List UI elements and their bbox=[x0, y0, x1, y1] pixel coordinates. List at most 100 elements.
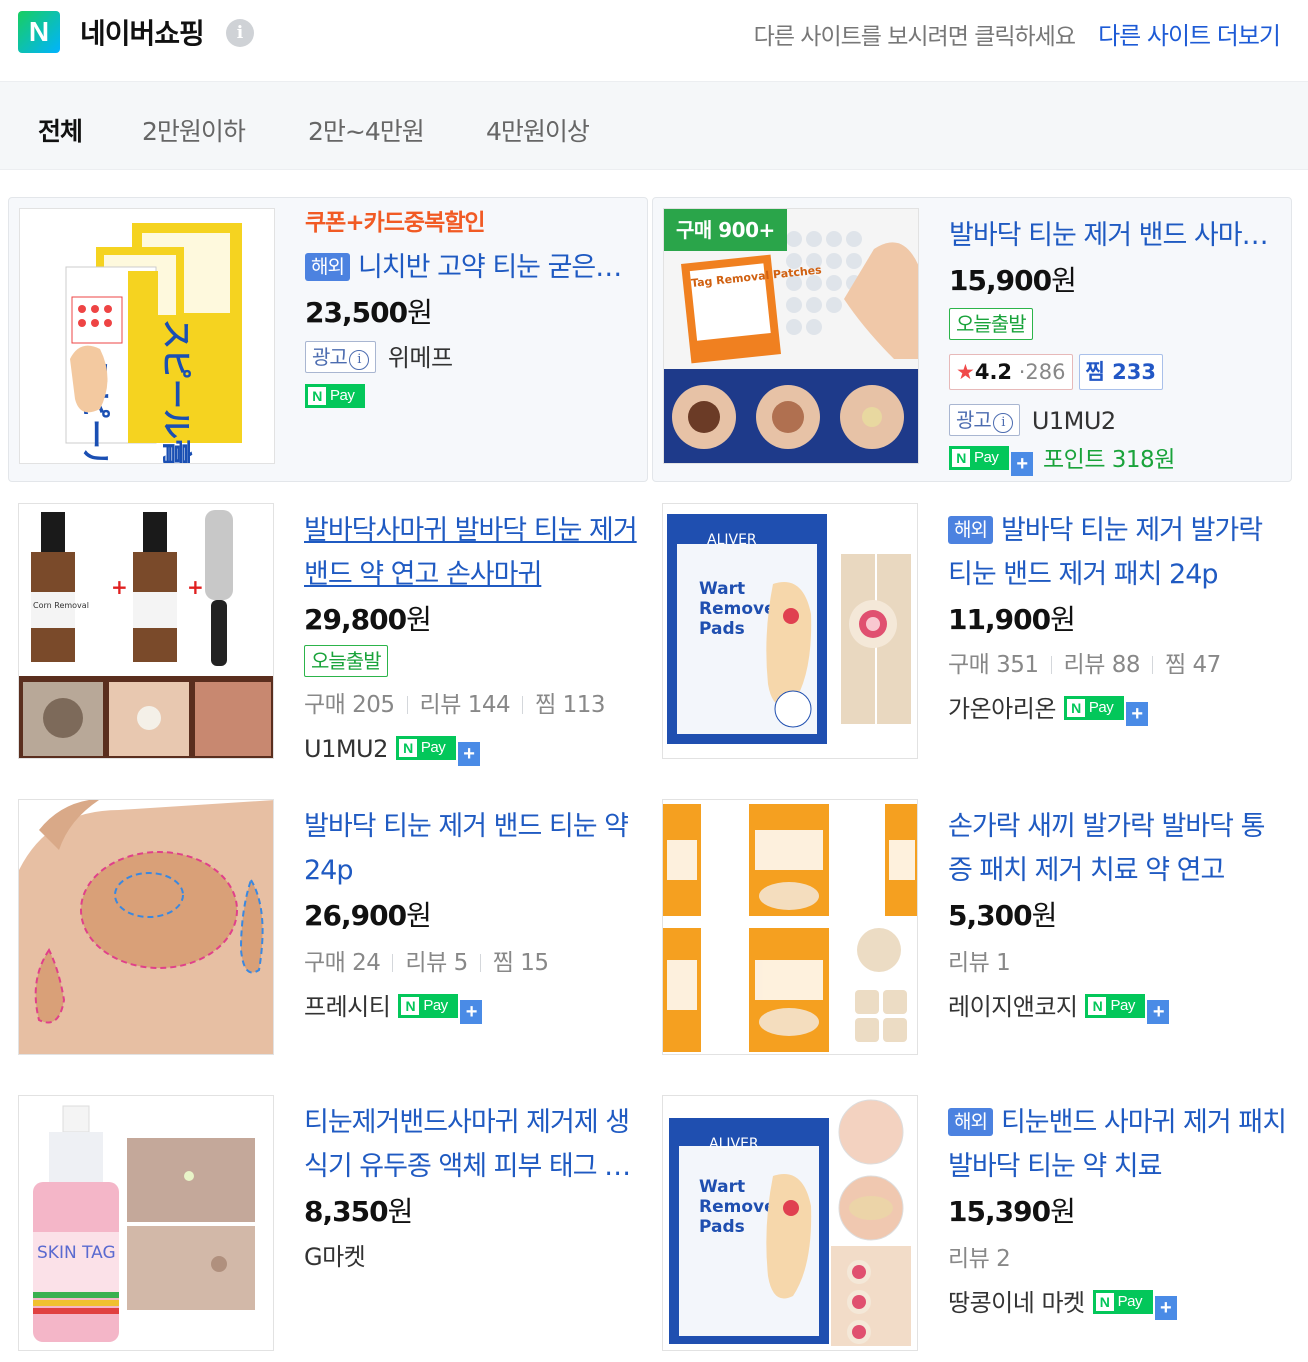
naver-logo-icon[interactable]: N bbox=[18, 11, 60, 53]
npay-row: N Pay bbox=[305, 380, 643, 414]
product-price: 26,900원 bbox=[304, 893, 642, 939]
zzim-stat[interactable]: 찜 15 bbox=[493, 950, 549, 976]
svg-text:+: + bbox=[111, 575, 128, 599]
npay-plus-icon: N Pay + bbox=[1085, 994, 1170, 1024]
zzim-stat[interactable]: 찜 113 bbox=[535, 692, 605, 718]
info-icon[interactable]: i bbox=[226, 19, 254, 47]
point-label: 포인트 318원 bbox=[1043, 447, 1175, 473]
product-image[interactable] bbox=[18, 799, 274, 1055]
svg-text:スピール膏: スピール膏 bbox=[158, 319, 193, 464]
product-card[interactable]: 발바닥 티눈 제거 밴드 티눈 약 24p 26,900원 구매 24 리뷰 5 찜… bbox=[8, 789, 648, 1074]
product-title[interactable]: 티눈제거밴드사마귀 제거제 생식기 유두종 액체 피부 태그 제거 bbox=[304, 1101, 642, 1189]
product-card[interactable]: Corn Removal + + 발바닥사마귀 발바닥 티눈 제거 밴드 약 연… bbox=[8, 493, 648, 778]
ad-badge[interactable]: 광고 i bbox=[949, 404, 1020, 436]
seller-name[interactable]: U1MU2 bbox=[304, 735, 388, 763]
product-info: 해외 발바닥 티눈 제거 발가락 티눈 밴드 제거 패치 24p 11,900원 … bbox=[948, 495, 1286, 731]
review-stat[interactable]: 리뷰 88 bbox=[1064, 652, 1141, 678]
npay-plus-icon: N Pay + bbox=[949, 446, 1033, 476]
product-card[interactable]: ALIVER Wart Remover Pads 해외 발바닥 티눈 제거 발가락… bbox=[652, 493, 1292, 778]
tab-over-40000[interactable]: 4만원이상 bbox=[486, 112, 590, 148]
brand-title[interactable]: 네이버쇼핑 bbox=[80, 12, 205, 52]
rating-badge[interactable]: ★4.2 ·286 bbox=[949, 354, 1073, 390]
rating-count: 286 bbox=[1025, 360, 1066, 384]
tab-all[interactable]: 전체 bbox=[38, 112, 83, 148]
product-card[interactable]: スピール膏 スピール膏 쿠폰+카드중복할인 해외 니치반 고약 티눈 굳은살 제거… bbox=[8, 197, 648, 482]
npay-plus-icon: N Pay + bbox=[1063, 696, 1148, 726]
product-title-link[interactable]: 해외 발바닥 티눈 제거 발가락 티눈 밴드 제거 패치 24p bbox=[948, 509, 1286, 597]
tab-under-20000[interactable]: 2만원이하 bbox=[142, 112, 246, 148]
price-value: 29,800 bbox=[304, 603, 407, 636]
review-stat[interactable]: 리뷰 2 bbox=[948, 1246, 1011, 1272]
review-stat[interactable]: 리뷰 5 bbox=[405, 950, 468, 976]
overseas-badge: 해외 bbox=[948, 516, 993, 544]
product-image[interactable] bbox=[662, 799, 918, 1055]
ad-info-icon[interactable]: i bbox=[348, 350, 369, 370]
seller-name[interactable]: U1MU2 bbox=[1032, 407, 1116, 435]
shipping-row: 오늘출발 bbox=[949, 304, 1287, 348]
product-card[interactable]: SKIN TAG 티눈제거밴드사마귀 제거제 생식기 유두종 액체 피부 태그 … bbox=[8, 1085, 648, 1355]
product-card[interactable]: ALIVER Wart Remover Pads 해외 티눈밴드 사마귀 제거 패… bbox=[652, 1085, 1292, 1355]
logo-letter: N bbox=[28, 16, 50, 47]
overseas-badge: 해외 bbox=[305, 253, 350, 281]
product-price: 23,500원 bbox=[305, 290, 643, 336]
overseas-badge: 해외 bbox=[948, 1108, 993, 1136]
product-image[interactable]: スピール膏 スピール膏 bbox=[19, 208, 275, 464]
product-price: 8,350원 bbox=[304, 1189, 642, 1235]
product-info: 손가락 새끼 발가락 발바닥 통증 패치 제거 치료 약 연고 5,300원 리… bbox=[948, 791, 1286, 1029]
product-title[interactable]: 발바닥 티눈 제거 발가락 티눈 밴드 제거 패치 24p bbox=[948, 515, 1263, 590]
product-card[interactable]: 손가락 새끼 발가락 발바닥 통증 패치 제거 치료 약 연고 5,300원 리… bbox=[652, 789, 1292, 1074]
stats-row: 구매 351 리뷰 88 찜 47 bbox=[948, 643, 1286, 687]
today-ship-badge: 오늘출발 bbox=[304, 645, 388, 677]
product-title[interactable]: 티눈밴드 사마귀 제거 패치 발바닥 티눈 약 치료 bbox=[948, 1107, 1286, 1182]
product-card[interactable]: Tag Removal Patches 구매 900+ 발바닥 티눈 제거 밴드… bbox=[652, 197, 1292, 482]
stats-row: 리뷰 2 bbox=[948, 1237, 1286, 1281]
price-unit: 원 bbox=[1050, 603, 1076, 636]
review-stat[interactable]: 리뷰 144 bbox=[420, 692, 511, 718]
stats-row: 구매 205 리뷰 144 찜 113 bbox=[304, 683, 642, 727]
product-title-link[interactable]: 해외 니치반 고약 티눈 굳은살 제거 패치 bbox=[305, 246, 643, 290]
product-price: 15,390원 bbox=[948, 1189, 1286, 1235]
npay-plus-icon: N Pay + bbox=[398, 994, 483, 1024]
ad-info-icon[interactable]: i bbox=[992, 413, 1013, 433]
ad-badge[interactable]: 광고 i bbox=[305, 341, 376, 373]
seller-name[interactable]: G마켓 bbox=[304, 1243, 366, 1271]
npay-icon: N Pay bbox=[305, 384, 365, 408]
ad-label: 광고 bbox=[956, 408, 992, 432]
product-title[interactable]: 발바닥 티눈 제거 밴드 사마귀 패치 bbox=[949, 214, 1287, 258]
price-unit: 원 bbox=[406, 603, 432, 636]
header: N 네이버쇼핑 i 다른 사이트를 보시려면 클릭하세요 다른 사이트 더보기 bbox=[0, 0, 1308, 82]
product-image[interactable]: Tag Removal Patches 구매 900+ bbox=[663, 208, 919, 464]
zzim-badge[interactable]: 찜 233 bbox=[1078, 354, 1163, 390]
product-image[interactable]: ALIVER Wart Remover Pads bbox=[662, 503, 918, 759]
seller-name[interactable]: 레이지앤코지 bbox=[948, 993, 1078, 1021]
shipping-row: 오늘출발 bbox=[304, 643, 642, 683]
seller-name[interactable]: 프레시티 bbox=[304, 993, 391, 1021]
product-info: 티눈제거밴드사마귀 제거제 생식기 유두종 액체 피부 태그 제거 8,350원… bbox=[304, 1087, 642, 1279]
product-title[interactable]: 니치반 고약 티눈 굳은살 제거 패치 bbox=[358, 252, 643, 283]
seller-name[interactable]: 땅콩이네 마켓 bbox=[948, 1289, 1085, 1317]
seller-name[interactable]: 가온아리온 bbox=[948, 695, 1056, 723]
today-ship-badge: 오늘출발 bbox=[949, 308, 1033, 340]
svg-text:Wart: Wart bbox=[699, 1177, 745, 1197]
product-title[interactable]: 발바닥 티눈 제거 밴드 티눈 약 24p bbox=[304, 805, 642, 893]
promo-label: 쿠폰+카드중복할인 bbox=[305, 210, 486, 236]
npay-plus-icon: N Pay + bbox=[395, 736, 480, 766]
seller-row: 가온아리온 N Pay + bbox=[948, 687, 1286, 731]
zzim-stat[interactable]: 찜 47 bbox=[1165, 652, 1221, 678]
price-value: 8,350 bbox=[304, 1195, 389, 1228]
product-image[interactable]: Corn Removal + + bbox=[18, 503, 274, 759]
product-price: 11,900원 bbox=[948, 597, 1286, 643]
product-image[interactable]: SKIN TAG bbox=[18, 1095, 274, 1351]
zzim-count: 233 bbox=[1112, 360, 1156, 384]
more-sites-link[interactable]: 다른 사이트 더보기 bbox=[1088, 16, 1281, 51]
tab-20000-40000[interactable]: 2만~4만원 bbox=[308, 112, 425, 148]
seller-name[interactable]: 위메프 bbox=[388, 344, 453, 372]
product-title-link[interactable]: 해외 티눈밴드 사마귀 제거 패치 발바닥 티눈 약 치료 bbox=[948, 1101, 1286, 1189]
seller-row: 땅콩이네 마켓 N Pay + bbox=[948, 1281, 1286, 1325]
review-stat[interactable]: 리뷰 1 bbox=[948, 950, 1011, 976]
product-title[interactable]: 발바닥사마귀 발바닥 티눈 제거 밴드 약 연고 손사마귀 bbox=[304, 509, 642, 597]
rating-score: 4.2 bbox=[974, 360, 1013, 384]
product-title[interactable]: 손가락 새끼 발가락 발바닥 통증 패치 제거 치료 약 연고 bbox=[948, 805, 1286, 893]
product-image[interactable]: ALIVER Wart Remover Pads bbox=[662, 1095, 918, 1351]
product-price: 29,800원 bbox=[304, 597, 642, 643]
